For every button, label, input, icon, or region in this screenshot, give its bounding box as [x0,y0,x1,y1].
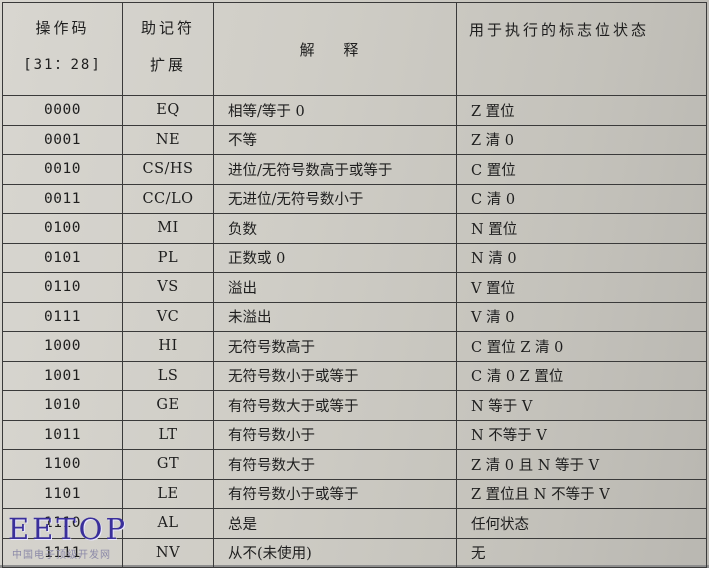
flags-cell: N 不等于 V [456,419,707,450]
table-row: 1000 HI 无符号数高于 C 置位 Z 清 0 [2,331,707,362]
table-row: 0110 VS 溢出 V 置位 [2,272,707,303]
meaning-cell: 有符号数大于或等于 [213,390,457,421]
meaning-cell: 不等 [213,124,457,155]
header-mnemonic-label: 助记符 [140,19,195,37]
mnemonic-cell: GT [122,449,214,480]
flags-cell: N 置位 [456,213,707,244]
opcode-cell: 0100 [2,213,123,244]
opcode-cell: 1010 [2,390,123,421]
meaning-cell: 无符号数小于或等于 [213,360,457,391]
mnemonic-cell: NE [122,124,214,155]
meaning-cell: 从不(未使用) [213,537,457,568]
opcode-cell: 1000 [2,331,123,362]
mnemonic-cell: PL [122,242,214,273]
mnemonic-cell: HI [122,331,214,362]
opcode-cell: 0010 [2,154,123,185]
mnemonic-cell: EQ [122,95,214,126]
header-mnemonic: 助记符 扩展 [122,2,214,96]
table-row: 1001 LS 无符号数小于或等于 C 清 0 Z 置位 [2,360,707,391]
flags-cell: V 置位 [456,272,707,303]
table-row: 0101 PL 正数或 0N 清 0 [2,242,707,273]
flags-cell: 无 [456,537,707,568]
opcode-cell: 1011 [2,419,123,450]
table-body: 0000 EQ 相等/等于 0Z 置位 0001 NE 不等 Z 清 0 0010 CS/HS 进… [2,95,707,568]
mnemonic-cell: LE [122,478,214,509]
header-mnemonic-ext: 扩展 [149,56,186,74]
table-row: 0011 CC/LO 无进位/无符号数小于 C 清 0 [2,183,707,214]
condition-code-table: 操作码 [31：28] 助记符 扩展 解 释 用于执行的标志位状态 0000 EQ… [2,2,707,568]
opcode-cell: 0001 [2,124,123,155]
table-row: 1010 GE 有符号数大于或等于 N 等于 V [2,390,707,421]
header-explanation: 解 释 [213,2,457,96]
opcode-cell: 0011 [2,183,123,214]
flags-cell: Z 置位且 N 不等于 V [456,478,707,509]
flags-cell: N 等于 V [456,390,707,421]
mnemonic-cell: LS [122,360,214,391]
meaning-cell: 有符号数小于 [213,419,457,450]
meaning-cell: 负数 [213,213,457,244]
mnemonic-cell: VS [122,272,214,303]
meaning-cell: 溢出 [213,272,457,303]
meaning-cell: 有符号数大于 [213,449,457,480]
meaning-cell: 进位/无符号数高于或等于 [213,154,457,185]
opcode-cell: 0101 [2,242,123,273]
opcode-cell: 1100 [2,449,123,480]
header-flags-label: 用于执行的标志位状态 [469,21,650,39]
flags-cell: C 清 0 Z 置位 [456,360,707,391]
flags-cell: C 置位 Z 清 0 [456,331,707,362]
opcode-cell: 1101 [2,478,123,509]
meaning-cell: 有符号数小于或等于 [213,478,457,509]
opcode-cell: 0111 [2,301,123,332]
flags-cell: N 清 0 [456,242,707,273]
document-page: 操作码 [31：28] 助记符 扩展 解 释 用于执行的标志位状态 0000 EQ… [0,0,709,568]
mnemonic-cell: VC [122,301,214,332]
table-row: 0010 CS/HS 进位/无符号数高于或等于 C 置位 [2,154,707,185]
mnemonic-cell: AL [122,508,214,539]
flags-cell: V 清 0 [456,301,707,332]
table-row: 0000 EQ 相等/等于 0Z 置位 [2,95,707,126]
flags-cell: Z 清 0 且 N 等于 V [456,449,707,480]
meaning-cell: 正数或 0 [213,242,457,273]
mnemonic-cell: CS/HS [122,154,214,185]
mnemonic-cell: NV [122,537,214,568]
table-row: 0111 VC 未溢出 V 清 0 [2,301,707,332]
table-header: 操作码 [31：28] 助记符 扩展 解 释 用于执行的标志位状态 [2,2,707,96]
mnemonic-cell: LT [122,419,214,450]
meaning-cell: 总是 [213,508,457,539]
opcode-cell: 0110 [2,272,123,303]
flags-cell: C 清 0 [456,183,707,214]
meaning-cell: 未溢出 [213,301,457,332]
meaning-cell: 无进位/无符号数小于 [213,183,457,214]
flags-cell: Z 清 0 [456,124,707,155]
header-flags: 用于执行的标志位状态 [456,2,707,96]
opcode-cell: 0000 [2,95,123,126]
mnemonic-cell: MI [122,213,214,244]
meaning-cell: 相等/等于 0 [213,95,457,126]
header-opcode: 操作码 [31：28] [2,2,123,96]
header-opcode-label: 操作码 [35,19,90,37]
opcode-cell: 1001 [2,360,123,391]
meaning-cell: 无符号数高于 [213,331,457,362]
mnemonic-cell: GE [122,390,214,421]
flags-cell: 任何状态 [456,508,707,539]
table-row: 0100 MI 负数 N 置位 [2,213,707,244]
table-row: 1011 LT 有符号数小于 N 不等于 V [2,419,707,450]
watermark-subtext: 中国电子顶级开发网 [12,550,111,561]
table-row: 0001 NE 不等 Z 清 0 [2,124,707,155]
watermark-logo: EETOP [8,512,128,546]
flags-cell: Z 置位 [456,95,707,126]
header-opcode-bits: [31：28] [23,57,102,73]
table-row: 1100 GT 有符号数大于 Z 清 0 且 N 等于 V [2,449,707,480]
table-row: 1101 LE 有符号数小于或等于 Z 置位且 N 不等于 V [2,478,707,509]
flags-cell: C 置位 [456,154,707,185]
mnemonic-cell: CC/LO [122,183,214,214]
